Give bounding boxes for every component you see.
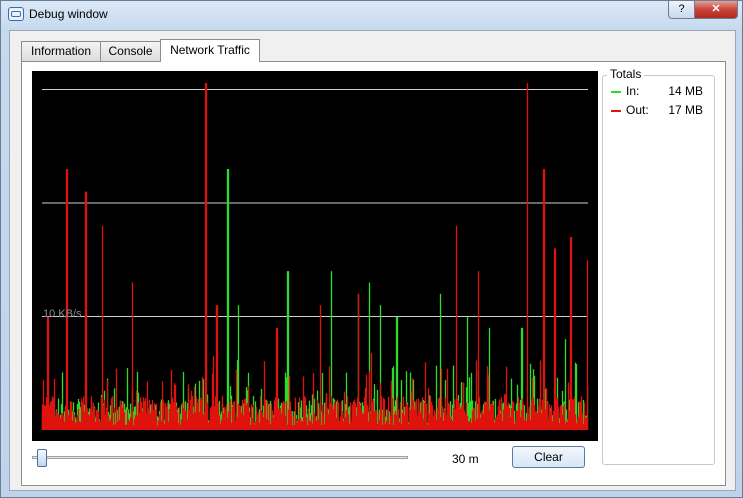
tab-information[interactable]: Information bbox=[21, 41, 101, 61]
totals-in-row: In: 14 MB bbox=[611, 84, 711, 100]
in-value: 14 MB bbox=[668, 84, 703, 98]
out-value: 17 MB bbox=[668, 103, 703, 117]
close-button[interactable]: ✕ bbox=[694, 1, 738, 19]
out-legend-swatch bbox=[611, 110, 621, 112]
totals-out-row: Out: 17 MB bbox=[611, 103, 711, 119]
app-icon bbox=[8, 7, 24, 21]
tab-network-traffic[interactable]: Network Traffic bbox=[160, 39, 260, 62]
grid-label: 10 KB/s bbox=[43, 308, 82, 320]
series-out bbox=[41, 83, 589, 430]
window-title: Debug window bbox=[29, 7, 108, 21]
time-range-slider-track[interactable] bbox=[32, 456, 408, 459]
title-bar[interactable]: Debug window ? ✕ bbox=[1, 1, 742, 29]
client-area: Information Console Network Traffic 10 K… bbox=[9, 30, 736, 491]
clear-button[interactable]: Clear bbox=[512, 446, 585, 468]
debug-window: Debug window ? ✕ Information Console Net… bbox=[0, 0, 743, 498]
totals-title: Totals bbox=[607, 67, 645, 81]
out-label: Out: bbox=[626, 103, 649, 117]
time-range-slider-thumb[interactable] bbox=[37, 449, 47, 467]
help-button[interactable]: ? bbox=[668, 1, 695, 19]
traffic-graph-svg bbox=[41, 83, 589, 430]
traffic-graph: 10 KB/s bbox=[32, 71, 598, 441]
in-label: In: bbox=[626, 84, 640, 98]
tab-console[interactable]: Console bbox=[100, 41, 161, 61]
series-in bbox=[41, 168, 589, 430]
in-legend-swatch bbox=[611, 91, 621, 93]
totals-group bbox=[602, 75, 715, 465]
network-traffic-pane: 10 KB/s 30 m Clear Totals In: 14 MB Out:… bbox=[21, 61, 726, 486]
time-range-label: 30 m bbox=[452, 452, 479, 466]
